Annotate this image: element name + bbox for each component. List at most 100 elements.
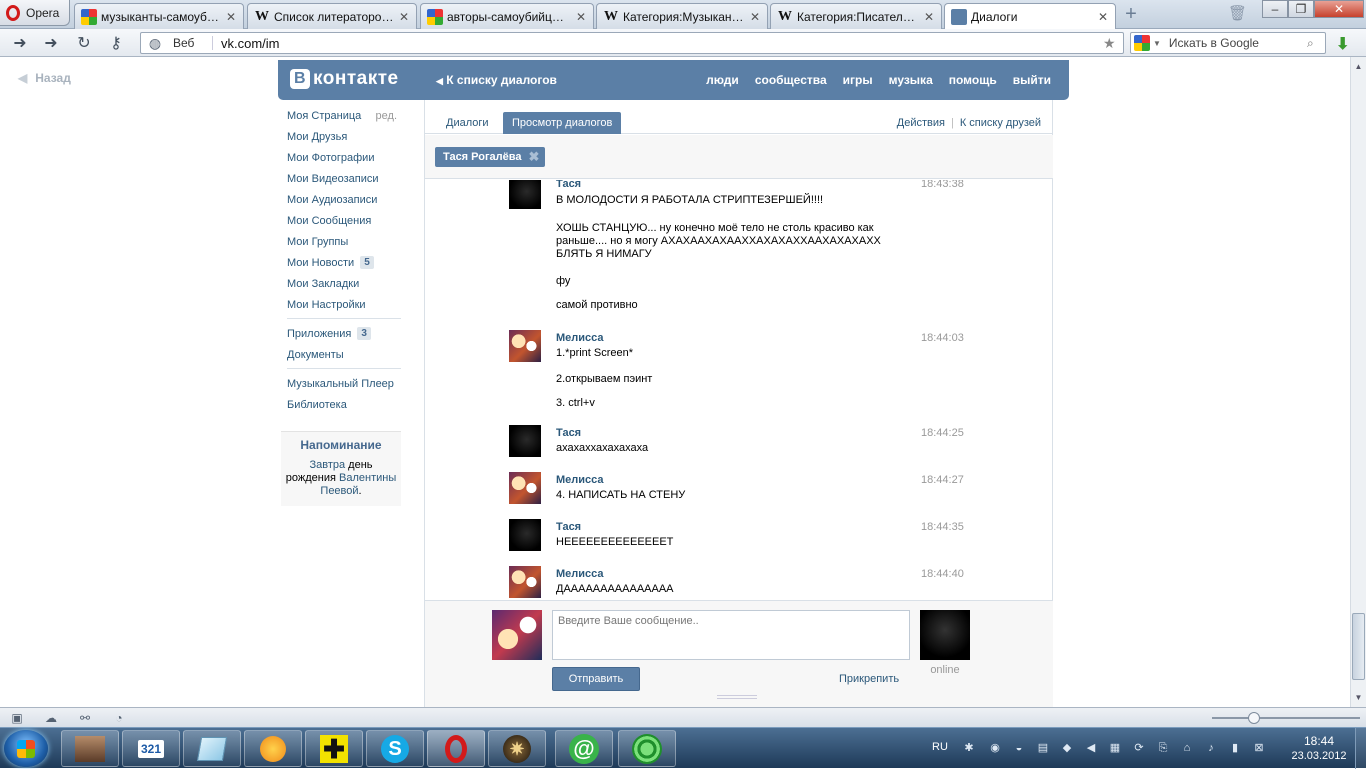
google-icon[interactable] [1134,35,1150,51]
share-icon[interactable]: ⚯ [78,711,92,725]
shield-icon[interactable]: ◆ [1060,741,1074,755]
opera-menu-button[interactable]: Opera [0,0,70,26]
close-window-button[interactable]: ✕ [1314,0,1364,18]
message-input[interactable]: Введите Ваше сообщение.. [552,610,910,660]
nav-logout[interactable]: выйти [1013,73,1051,87]
tab-view-dialogs[interactable]: Просмотр диалогов [503,112,622,134]
browser-tab-1[interactable]: музыканты-самоубий... ✕ [74,3,244,29]
zoom-slider[interactable] [1212,712,1360,724]
menu-item-friends[interactable]: Мои Друзья [287,126,401,147]
maximize-button[interactable]: ❐ [1288,0,1314,18]
remove-chip-icon[interactable]: ✖ [528,149,539,165]
close-tab-icon[interactable]: ✕ [1097,10,1109,24]
cloud-icon[interactable]: ☁ [44,711,58,725]
close-tab-icon[interactable]: ✕ [225,10,237,24]
bluetooth-icon[interactable]: ✱ [962,741,976,755]
key-icon[interactable]: ⚷ [105,32,127,54]
language-indicator[interactable]: RU [932,741,948,753]
scroll-up-icon[interactable]: ▲ [1351,59,1366,74]
page-scrollbar[interactable]: ▲ ▼ [1350,57,1366,707]
new-tab-button[interactable]: + [1120,4,1142,26]
close-tab-icon[interactable]: ✕ [398,10,410,24]
device-icon[interactable]: ▦ [1108,741,1122,755]
menu-item-apps[interactable]: Приложения 3 [287,323,401,344]
panel-toggle-icon[interactable]: ▣ [10,711,24,725]
plus-icon[interactable]: ✚ [305,730,363,767]
search-placeholder[interactable]: Искать в Google [1161,36,1307,50]
trash-icon[interactable]: 🗑 [1228,4,1247,22]
network-share-icon[interactable]: ⌂ [1180,741,1194,755]
scroll-down-icon[interactable]: ▼ [1351,690,1366,705]
menu-item-messages[interactable]: Мои Сообщения [287,210,401,231]
page-back-link[interactable]: ◀ Назад [18,71,71,85]
reload-icon[interactable]: ↻ [73,32,95,54]
total-commander-icon[interactable]: 321 [122,730,180,767]
menu-item-my-page[interactable]: Моя Страница ред. [287,105,401,126]
zoom-slider-knob[interactable] [1248,712,1260,724]
message-author[interactable]: Тася [556,521,581,533]
menu-item-library[interactable]: Библиотека [287,394,401,415]
eye-icon[interactable]: ◉ [988,741,1002,755]
friends-list-link[interactable]: К списку друзей [960,117,1041,129]
attach-link[interactable]: Прикрепить [839,673,899,685]
usb-icon[interactable]: ⎘ [1156,741,1170,755]
chevron-down-icon[interactable]: ▼ [1153,39,1161,48]
my-avatar[interactable] [492,610,542,660]
message-author[interactable]: Тася [556,427,581,439]
avatar[interactable] [509,425,541,457]
media-player-icon[interactable] [61,730,119,767]
edit-link[interactable]: ред. [376,110,401,122]
opera-icon[interactable] [427,730,485,767]
avatar[interactable] [509,519,541,551]
menu-item-documents[interactable]: Документы [287,344,401,365]
aimp-icon[interactable] [244,730,302,767]
message-author[interactable]: Мелисса [556,568,604,580]
skype-icon[interactable]: S [366,730,424,767]
message-author[interactable]: Мелисса [556,332,604,344]
icq-icon[interactable] [618,730,676,767]
close-tab-icon[interactable]: ✕ [923,10,935,24]
system-clock[interactable]: 18:44 23.03.2012 [1288,734,1350,764]
nav-people[interactable]: люди [706,73,739,87]
speed-dial-icon[interactable]: ◔ [112,711,126,725]
peer-avatar[interactable] [920,610,970,660]
menu-item-settings[interactable]: Мои Настройки [287,294,401,315]
browser-tab-4[interactable]: W Категория:Музыканты... ✕ [596,3,768,29]
resize-grip[interactable] [717,695,757,699]
close-tab-icon[interactable]: ✕ [575,10,587,24]
tab-dialogs[interactable]: Диалоги [437,112,498,134]
display-icon[interactable]: ▤ [1036,741,1050,755]
game-icon[interactable]: ✷ [488,730,546,767]
browser-tab-2[interactable]: W Список литераторов-... ✕ [247,3,417,29]
notepad-icon[interactable] [183,730,241,767]
nav-music[interactable]: музыка [889,73,933,87]
menu-item-audio[interactable]: Мои Аудиозаписи [287,189,401,210]
minimize-button[interactable]: – [1262,0,1288,18]
scroll-thumb[interactable] [1352,613,1365,680]
menu-item-music-player[interactable]: Музыкальный Плеер [287,373,401,394]
send-button[interactable]: Отправить [552,667,640,691]
avatar[interactable] [509,330,541,362]
speaker-icon[interactable]: ◀ [1084,741,1098,755]
back-to-dialogs-link[interactable]: ◀ К списку диалогов [436,73,557,87]
signal-icon[interactable]: ▮ [1228,741,1242,755]
back-arrow-icon[interactable]: ➜ [9,32,31,54]
browser-tab-active[interactable]: Диалоги ✕ [944,3,1116,30]
volume-icon[interactable]: ♪ [1204,741,1218,755]
mail-agent-icon[interactable]: @ [555,730,613,767]
reminder-tomorrow-link[interactable]: Завтра [309,459,345,471]
avatar[interactable] [509,472,541,504]
close-tab-icon[interactable]: ✕ [749,10,761,24]
menu-item-photos[interactable]: Мои Фотографии [287,147,401,168]
vk-logo[interactable]: В контакте [290,68,399,90]
menu-item-videos[interactable]: Мои Видеозаписи [287,168,401,189]
nav-help[interactable]: помощь [949,73,997,87]
search-icon[interactable]: ⌕ [1307,36,1325,51]
show-desktop-button[interactable] [1355,728,1366,769]
browser-tab-5[interactable]: W Категория:Писатели-с... ✕ [770,3,942,29]
message-author[interactable]: Тася [556,180,581,190]
url-text[interactable]: vk.com/im [213,36,1103,51]
search-field[interactable]: ▼ Искать в Google ⌕ [1130,32,1326,54]
nav-communities[interactable]: сообщества [755,73,827,87]
menu-item-news[interactable]: Мои Новости 5 [287,252,401,273]
